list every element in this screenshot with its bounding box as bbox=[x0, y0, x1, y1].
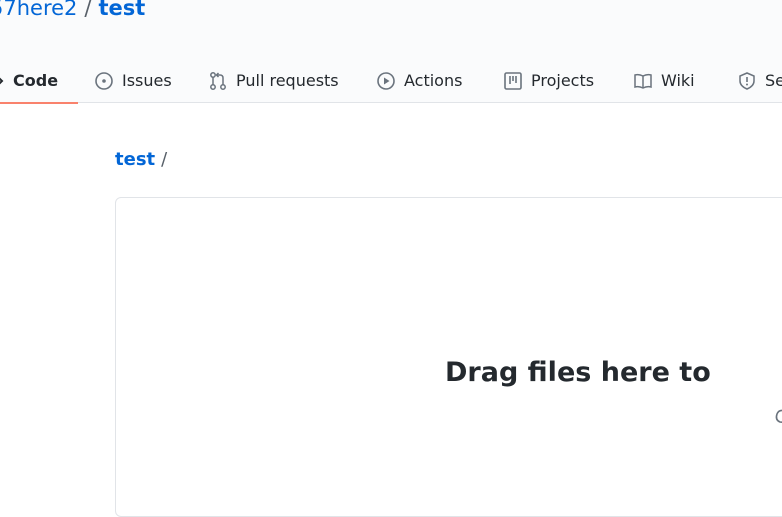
tab-label: Issues bbox=[122, 71, 172, 90]
git-pull-request-icon bbox=[208, 71, 228, 91]
drop-zone-title: Drag files here to bbox=[445, 357, 711, 388]
code-icon bbox=[0, 71, 8, 91]
breadcrumb-separator: / bbox=[161, 149, 168, 170]
breadcrumb: test / bbox=[115, 148, 167, 172]
tab-security[interactable]: Se bbox=[737, 58, 782, 103]
tab-pull-requests[interactable]: Pull requests bbox=[208, 58, 339, 103]
breadcrumb-root-link[interactable]: test bbox=[115, 149, 155, 170]
tab-label: Wiki bbox=[661, 71, 695, 90]
repo-title-separator: / bbox=[84, 0, 92, 20]
issue-opened-icon bbox=[94, 71, 114, 91]
tab-wiki[interactable]: Wiki bbox=[633, 58, 695, 103]
tab-projects[interactable]: Projects bbox=[503, 58, 594, 103]
project-icon bbox=[503, 71, 523, 91]
repo-owner-link[interactable]: 57here2 bbox=[0, 0, 77, 20]
repo-title: 57here2 / test bbox=[0, 0, 145, 22]
repo-name-link[interactable]: test bbox=[98, 0, 145, 20]
tab-label: Projects bbox=[531, 71, 595, 90]
tab-actions[interactable]: Actions bbox=[376, 58, 462, 103]
tab-code[interactable]: Code bbox=[0, 58, 79, 104]
shield-icon bbox=[737, 71, 757, 91]
tab-issues[interactable]: Issues bbox=[94, 58, 172, 103]
tab-label: Code bbox=[13, 71, 59, 90]
tab-label: Se bbox=[765, 71, 782, 90]
book-icon bbox=[633, 71, 653, 91]
repo-header: 57here2 / test Code Issues bbox=[0, 0, 782, 104]
tab-label: Actions bbox=[404, 71, 463, 90]
play-icon bbox=[376, 71, 396, 91]
repo-nav-tabs: Code Issues Pull requests Actions Projec… bbox=[0, 58, 782, 104]
file-icon bbox=[774, 408, 782, 426]
tab-label: Pull requests bbox=[236, 71, 339, 90]
